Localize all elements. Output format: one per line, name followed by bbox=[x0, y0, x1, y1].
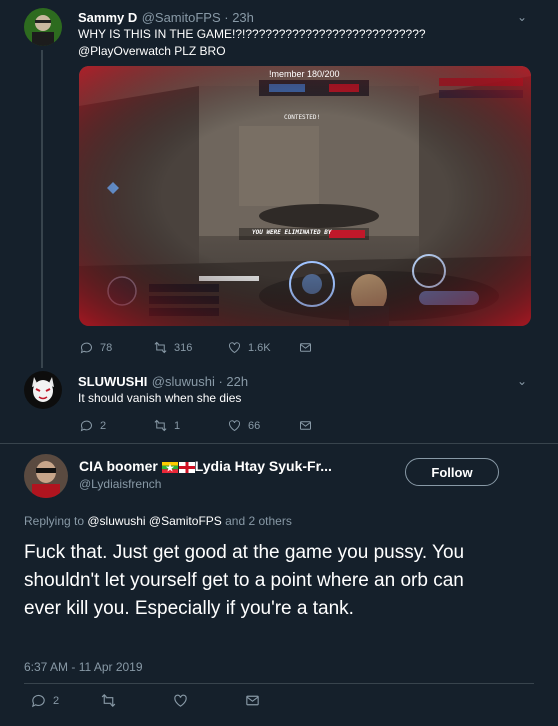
like-icon bbox=[174, 694, 187, 707]
like-button[interactable]: 1.6K bbox=[227, 340, 271, 355]
reply-icon bbox=[31, 695, 45, 708]
share-icon bbox=[300, 343, 311, 352]
eliminated-text: YOU WERE ELIMINATED BY bbox=[252, 229, 332, 236]
myanmar-flag-icon bbox=[161, 460, 178, 473]
share-button[interactable] bbox=[298, 418, 313, 433]
follow-button[interactable]: Follow bbox=[405, 458, 499, 486]
thread-line bbox=[41, 50, 43, 368]
reply-button[interactable]: 2 bbox=[79, 418, 106, 433]
england-flag-icon bbox=[178, 460, 195, 473]
share-button[interactable] bbox=[298, 340, 313, 355]
share-button[interactable] bbox=[244, 692, 261, 709]
like-count: 66 bbox=[248, 419, 261, 432]
tweet-text: Fuck that. Just get good at the game you… bbox=[24, 542, 465, 619]
timestamp[interactable]: 6:37 AM - 11 Apr 2019 bbox=[24, 660, 143, 674]
video-media[interactable]: !member 180/200 CONTESTED! YOU WERE ELIM… bbox=[79, 66, 531, 326]
video-title: !member 180/200 bbox=[269, 69, 340, 79]
reply-button[interactable]: 78 bbox=[79, 340, 112, 355]
avatar[interactable] bbox=[24, 371, 62, 409]
handle-time[interactable]: @SamitoFPS · 23h bbox=[142, 10, 254, 25]
handle-time[interactable]: @sluwushi · 22h bbox=[152, 374, 248, 389]
retweet-icon bbox=[154, 419, 167, 432]
avatar[interactable] bbox=[24, 454, 68, 498]
retweet-button[interactable]: 1 bbox=[153, 418, 180, 433]
retweet-icon bbox=[154, 341, 167, 354]
like-count: 1.6K bbox=[248, 341, 271, 354]
like-icon bbox=[229, 420, 240, 432]
tweet-text: It should vanish when she dies bbox=[78, 391, 242, 405]
divider bbox=[24, 683, 534, 684]
reply-icon bbox=[80, 342, 92, 354]
display-name[interactable]: SLUWUSHI bbox=[78, 374, 147, 389]
like-button[interactable]: 66 bbox=[227, 418, 260, 433]
display-name-suffix[interactable]: Lydia Htay Syuk-Fr... bbox=[195, 458, 332, 474]
contested-text: CONTESTED! bbox=[284, 114, 321, 121]
replying-suffix[interactable]: and 2 others bbox=[222, 514, 292, 528]
share-icon bbox=[246, 695, 259, 706]
retweet-icon bbox=[101, 694, 116, 707]
share-icon bbox=[300, 421, 311, 430]
tweet-text-line2: @PlayOverwatch PLZ BRO bbox=[78, 44, 226, 58]
retweet-button[interactable]: 316 bbox=[153, 340, 192, 355]
display-name[interactable]: Sammy D bbox=[78, 10, 137, 25]
display-name-prefix[interactable]: CIA boomer bbox=[79, 458, 162, 474]
game-scene bbox=[79, 66, 531, 326]
retweet-button[interactable] bbox=[100, 692, 117, 709]
chevron-down-icon[interactable]: ⌄ bbox=[517, 10, 527, 24]
replying-prefix: Replying to bbox=[24, 514, 88, 528]
like-button[interactable] bbox=[172, 692, 189, 709]
chevron-down-icon[interactable]: ⌄ bbox=[517, 374, 527, 388]
retweet-count: 316 bbox=[174, 341, 193, 354]
like-icon bbox=[229, 342, 240, 354]
reply-count: 78 bbox=[100, 341, 113, 354]
handle[interactable]: @Lydiaisfrench bbox=[79, 477, 161, 491]
replying-to-users[interactable]: @sluwushi @SamitoFPS bbox=[87, 514, 221, 528]
avatar[interactable] bbox=[24, 8, 62, 46]
reply-count: 2 bbox=[100, 419, 107, 432]
tweet-text-line1: WHY IS THIS IN THE GAME!?!??????????????… bbox=[78, 27, 426, 41]
reply-count: 2 bbox=[53, 694, 60, 707]
retweet-count: 1 bbox=[174, 419, 181, 432]
reply-button[interactable]: 2 bbox=[30, 692, 59, 709]
divider bbox=[0, 443, 558, 444]
reply-icon bbox=[80, 420, 92, 432]
